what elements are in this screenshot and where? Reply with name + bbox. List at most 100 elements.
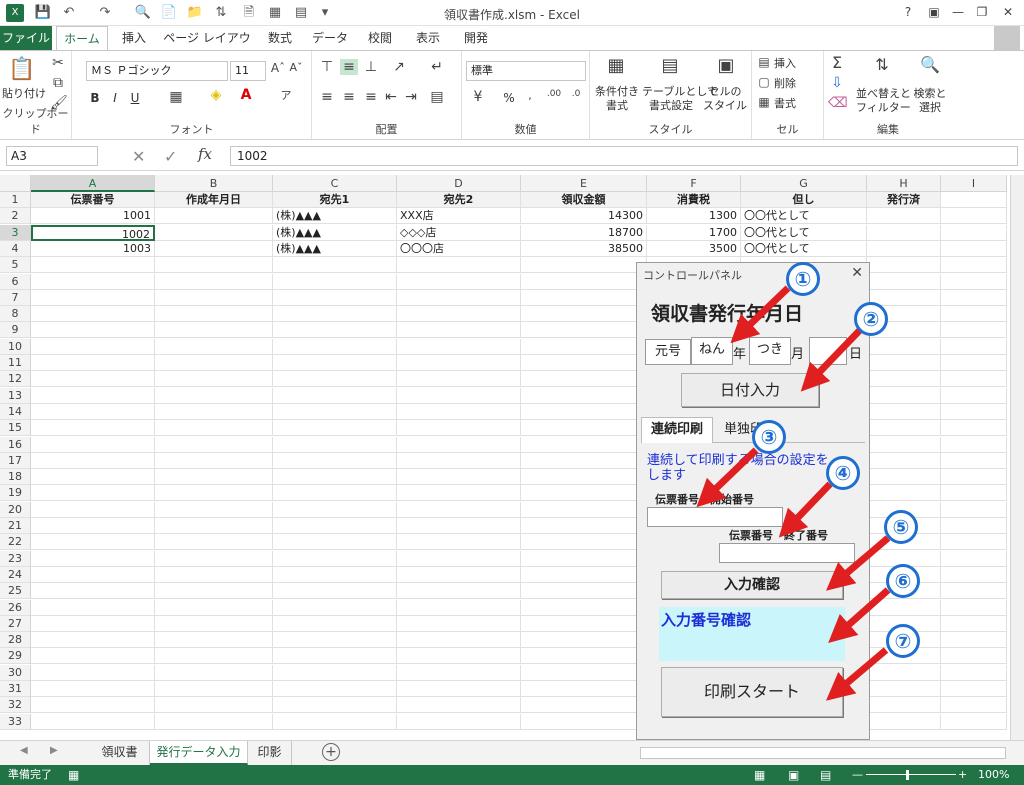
row-header[interactable]: 29	[0, 648, 31, 665]
number-format-combo[interactable]: 標準	[466, 61, 586, 81]
column-header[interactable]: H	[867, 175, 941, 192]
comma-icon[interactable]: ,	[522, 89, 538, 102]
grid-cell[interactable]: 18700	[521, 224, 647, 241]
print-start-button[interactable]: 印刷スタート	[661, 667, 843, 717]
grid-cell[interactable]	[521, 566, 647, 583]
cell-styles-icon[interactable]: ▣	[714, 55, 738, 76]
merge-center-icon[interactable]: ▤	[428, 89, 446, 105]
grid-cell[interactable]	[521, 599, 647, 616]
row-header[interactable]: 20	[0, 501, 31, 518]
grid-cell[interactable]	[155, 518, 273, 534]
grid-cell[interactable]	[941, 371, 1007, 388]
grid-cell[interactable]	[155, 583, 273, 600]
grid-cell[interactable]	[155, 501, 273, 518]
zoom-out-icon[interactable]: —	[852, 765, 863, 785]
grid-cell[interactable]	[867, 452, 941, 469]
row-header[interactable]: 27	[0, 615, 31, 632]
grid-cell[interactable]	[867, 436, 941, 453]
grid-cell[interactable]	[155, 664, 273, 681]
grid-cell[interactable]	[397, 257, 521, 274]
tab-data[interactable]: データ	[306, 26, 354, 50]
end-number-input[interactable]	[719, 543, 855, 563]
row-header[interactable]: 24	[0, 566, 31, 583]
grid-cell[interactable]	[941, 240, 1007, 257]
grid-cell[interactable]	[273, 322, 397, 339]
grid-cell[interactable]	[941, 306, 1007, 323]
grid-cell[interactable]	[941, 452, 1007, 469]
sheet-tab-receipt[interactable]: 領収書	[90, 741, 150, 765]
grid-cell[interactable]	[941, 713, 1007, 730]
grid-cell[interactable]	[941, 485, 1007, 502]
date-input-button[interactable]: 日付入力	[681, 373, 819, 407]
grid-cell[interactable]	[273, 338, 397, 355]
grid-cell[interactable]	[867, 208, 941, 225]
active-cell[interactable]: 1002	[31, 224, 155, 241]
currency-icon[interactable]: ¥	[468, 89, 488, 105]
grid-cell[interactable]	[273, 485, 397, 502]
grid-cell[interactable]	[941, 664, 1007, 681]
font-name-combo[interactable]: ＭＳ Ｐゴシック	[86, 61, 228, 81]
grid-cell[interactable]: 1300	[647, 208, 741, 225]
grid-cell[interactable]	[941, 615, 1007, 632]
grid-cell[interactable]	[941, 534, 1007, 551]
grid-cell[interactable]	[867, 403, 941, 420]
copy-icon[interactable]: ⧉	[50, 75, 66, 91]
indent-decrease-icon[interactable]: ⇤	[382, 89, 400, 105]
grid-cell[interactable]	[521, 632, 647, 649]
zoom-in-icon[interactable]: +	[958, 765, 967, 785]
grid-cell[interactable]	[941, 355, 1007, 371]
grid-cell[interactable]	[397, 664, 521, 681]
table-header-cell[interactable]: 領収金額	[521, 192, 647, 208]
paste-button[interactable]: 貼り付け	[2, 87, 46, 101]
grid-cell[interactable]	[941, 648, 1007, 665]
grid-cell[interactable]	[155, 632, 273, 649]
cancel-icon[interactable]: ✕	[132, 147, 145, 166]
insert-cells-button[interactable]: 挿入	[774, 57, 804, 71]
grid-cell[interactable]	[521, 403, 647, 420]
grid-cell[interactable]	[521, 273, 647, 290]
find-select-icon[interactable]: 🔍	[918, 55, 942, 74]
row-header[interactable]: 17	[0, 452, 31, 469]
grid-cell[interactable]	[867, 420, 941, 437]
month-input[interactable]: つき	[749, 337, 791, 365]
ribbon-display-icon[interactable]: ▣	[922, 2, 946, 22]
grid-cell[interactable]: 〇〇代として	[741, 240, 867, 257]
grid-cell[interactable]	[273, 452, 397, 469]
grid-cell[interactable]: 〇〇代として	[741, 224, 867, 241]
grid-cell[interactable]	[155, 452, 273, 469]
decrease-decimal-icon[interactable]: .0	[566, 89, 586, 99]
grid-cell[interactable]	[31, 403, 155, 420]
grid-cell[interactable]	[273, 387, 397, 404]
align-top-icon[interactable]: ⊤	[318, 59, 336, 75]
grid-cell[interactable]	[867, 273, 941, 290]
grid-cell[interactable]	[31, 518, 155, 534]
grid-cell[interactable]	[155, 485, 273, 502]
tab-continuous-print[interactable]: 連続印刷	[641, 417, 713, 443]
next-sheet-icon[interactable]: ▶	[50, 745, 58, 756]
grid-cell[interactable]: (株)▲▲▲	[273, 208, 397, 225]
minimize-icon[interactable]: —	[946, 2, 970, 22]
grid-cell[interactable]	[521, 322, 647, 339]
grid-cell[interactable]	[273, 664, 397, 681]
orientation-icon[interactable]: ↗	[388, 59, 410, 75]
zoom-slider-thumb[interactable]	[906, 770, 909, 780]
grid-cell[interactable]	[397, 355, 521, 371]
row-header[interactable]: 5	[0, 257, 31, 274]
day-input[interactable]	[809, 337, 847, 365]
macro-record-icon[interactable]: ▦	[68, 765, 79, 785]
restore-icon[interactable]: ❐	[970, 2, 994, 22]
column-header[interactable]: C	[273, 175, 397, 192]
grid-cell[interactable]	[397, 534, 521, 551]
grid-cell[interactable]	[31, 420, 155, 437]
grid-cell[interactable]	[31, 566, 155, 583]
grid-cell[interactable]	[273, 648, 397, 665]
row-header[interactable]: 15	[0, 420, 31, 437]
row-header[interactable]: 31	[0, 681, 31, 697]
insert-cells-icon[interactable]: ▤	[756, 55, 772, 69]
grid-cell[interactable]	[31, 615, 155, 632]
font-color-icon[interactable]: A	[236, 87, 256, 103]
grid-cell[interactable]	[867, 599, 941, 616]
grid-cell[interactable]	[397, 681, 521, 697]
select-all-corner[interactable]	[0, 175, 31, 192]
table-header-cell[interactable]: 宛先2	[397, 192, 521, 208]
